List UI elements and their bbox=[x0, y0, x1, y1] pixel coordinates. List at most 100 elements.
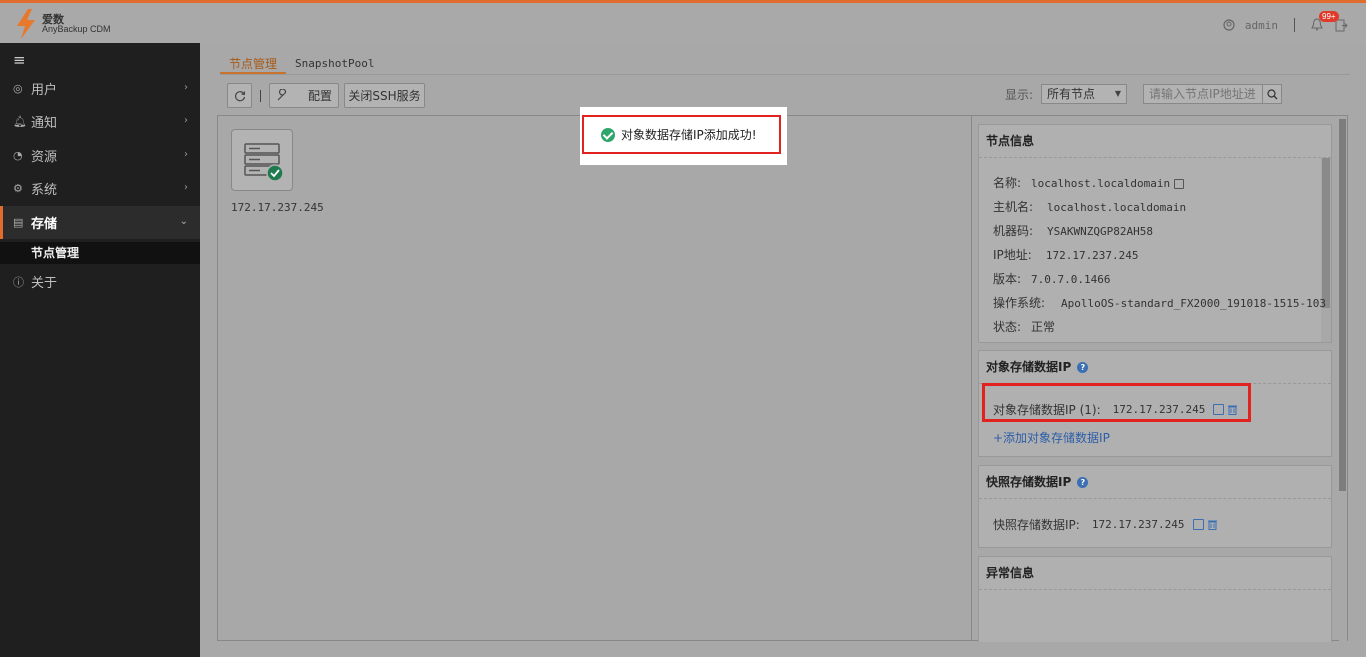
snapshot-storage-entry: 快照存储数据IP: 172.17.237.245 bbox=[993, 516, 1218, 533]
info-value: YSAKWNZQGP82AH58 bbox=[1047, 225, 1154, 238]
toast-highlight: 对象数据存储IP添加成功! bbox=[582, 115, 781, 154]
config-button[interactable]: 配置 bbox=[269, 83, 339, 108]
chevron-right-icon: › bbox=[184, 182, 188, 193]
search-button[interactable] bbox=[1262, 85, 1281, 103]
info-row-status: 状态: 正常 bbox=[993, 318, 1055, 335]
user-icon: ◎ bbox=[13, 82, 23, 95]
server-icon bbox=[244, 143, 284, 182]
user-icon bbox=[1223, 19, 1235, 31]
info-value: 正常 bbox=[1031, 320, 1056, 334]
help-icon[interactable]: ? bbox=[1077, 476, 1089, 488]
snapshot-storage-entry-label: 快照存储数据IP: bbox=[993, 518, 1080, 532]
info-row-ip: IP地址: 172.17.237.245 bbox=[993, 246, 1139, 263]
node-filter: 显示: 所有节点 ▼ bbox=[1005, 84, 1128, 104]
storage-icon: ▤ bbox=[13, 216, 24, 229]
success-toast: 对象数据存储IP添加成功! bbox=[580, 107, 787, 165]
node-filter-value: 所有节点 bbox=[1047, 87, 1096, 101]
sidebar-item-users[interactable]: ◎ 用户 › bbox=[0, 72, 200, 105]
node-info-scrollbar[interactable] bbox=[1321, 158, 1331, 342]
sidebar-item-label: 存储 bbox=[31, 217, 58, 232]
info-row-version: 版本: 7.0.7.0.1466 bbox=[993, 270, 1111, 287]
exception-title: 异常信息 bbox=[979, 557, 1331, 590]
chevron-right-icon: › bbox=[184, 115, 188, 126]
snapshot-storage-panel: 快照存储数据IP ? 快照存储数据IP: 172.17.237.245 bbox=[978, 465, 1332, 548]
info-row-machine-code: 机器码: YSAKWNZQGP82AH58 bbox=[993, 222, 1153, 239]
info-label: IP地址: bbox=[993, 248, 1032, 262]
chevron-right-icon: › bbox=[184, 82, 188, 93]
pie-chart-icon: ◔ bbox=[13, 149, 23, 162]
info-value: localhost.localdomain bbox=[1047, 201, 1187, 214]
sidebar-item-system[interactable]: ⚙ 系统 › bbox=[0, 172, 200, 205]
tab-node-management[interactable]: 节点管理 bbox=[220, 56, 287, 74]
object-storage-title: 对象存储数据IP ? bbox=[979, 351, 1331, 384]
search-icon bbox=[1266, 88, 1277, 99]
sidebar-item-storage[interactable]: ▤ 存储 ⌄ bbox=[0, 206, 200, 239]
tab-snapshot-pool[interactable]: SnapshotPool bbox=[286, 56, 383, 74]
info-row-hostname: 主机名: localhost.localdomain bbox=[993, 198, 1186, 215]
highlight-box bbox=[982, 383, 1251, 422]
chevron-down-icon: ⌄ bbox=[179, 216, 188, 227]
sidebar-item-label: 关于 bbox=[31, 276, 58, 291]
detail-pane: 节点信息 名称: localhost.localdomain 主机名: localh… bbox=[972, 115, 1348, 642]
node-card[interactable] bbox=[231, 129, 293, 191]
filter-label: 显示: bbox=[1005, 87, 1034, 102]
node-canvas: 172.17.237.245 bbox=[217, 115, 972, 641]
node-filter-select[interactable]: 所有节点 ▼ bbox=[1041, 84, 1128, 104]
info-value: 7.0.7.0.1466 bbox=[1031, 273, 1111, 286]
toast-message: 对象数据存储IP添加成功! bbox=[621, 128, 757, 142]
lightning-logo-icon bbox=[17, 9, 35, 39]
edit-icon[interactable] bbox=[1173, 178, 1184, 189]
pane-scrollbar[interactable] bbox=[1339, 116, 1347, 642]
help-icon[interactable]: ? bbox=[1077, 361, 1089, 373]
app-logo[interactable]: 爱数 AnyBackup CDM bbox=[14, 9, 124, 39]
node-info-scrollbar-thumb[interactable] bbox=[1322, 158, 1330, 308]
sidebar-subitem-node-management[interactable]: 节点管理 bbox=[0, 242, 200, 264]
toolbar: 配置 关闭SSH服务 bbox=[227, 83, 425, 108]
user-name[interactable]: admin bbox=[1245, 19, 1278, 32]
sidebar-item-about[interactable]: ⓘ 关于 bbox=[0, 265, 200, 298]
menu-toggle-icon[interactable]: ≡ bbox=[13, 51, 26, 69]
info-label: 主机名: bbox=[993, 200, 1034, 214]
snapshot-storage-entry-value: 172.17.237.245 bbox=[1091, 518, 1185, 531]
trash-icon[interactable] bbox=[1207, 519, 1218, 530]
close-ssh-button[interactable]: 关闭SSH服务 bbox=[344, 83, 425, 108]
notification-badge: 99+ bbox=[1319, 11, 1339, 22]
notifications-button[interactable]: 99+ bbox=[1311, 11, 1339, 32]
sidebar-item-label: 系统 bbox=[31, 183, 58, 198]
info-value: ApolloOS-standard_FX2000_191018-1515-103 bbox=[1061, 297, 1326, 310]
add-object-storage-ip-link[interactable]: +添加对象存储数据IP bbox=[993, 429, 1110, 446]
snapshot-storage-title-text: 快照存储数据IP bbox=[986, 474, 1072, 489]
gear-icon: ⚙ bbox=[13, 182, 23, 195]
refresh-button[interactable] bbox=[227, 83, 252, 108]
sidebar: ≡ ◎ 用户 › 🔔︎ 通知 › ◔ 资源 › ⚙ 系统 › ▤ 存储 ⌄ 节点… bbox=[0, 43, 200, 657]
node-ip-label: 172.17.237.245 bbox=[231, 201, 324, 214]
edit-icon[interactable] bbox=[1192, 519, 1204, 530]
pane-scrollbar-thumb[interactable] bbox=[1339, 119, 1346, 491]
info-label: 状态: bbox=[993, 320, 1022, 334]
info-row-os: 操作系统: ApolloOS-standard_FX2000_191018-151… bbox=[993, 294, 1326, 311]
caret-down-icon: ▼ bbox=[1114, 89, 1122, 98]
snapshot-storage-title: 快照存储数据IP ? bbox=[979, 466, 1331, 499]
header-divider bbox=[1294, 18, 1295, 32]
bell-icon: 🔔︎ bbox=[13, 115, 27, 128]
object-storage-title-text: 对象存储数据IP bbox=[986, 359, 1072, 374]
header-actions: admin 99+ bbox=[1223, 11, 1348, 35]
chevron-right-icon: › bbox=[184, 149, 188, 160]
top-bar: 爱数 AnyBackup CDM admin 99+ bbox=[0, 3, 1366, 43]
ip-search-input[interactable] bbox=[1144, 85, 1262, 103]
info-icon: ⓘ bbox=[13, 275, 24, 289]
info-value: 172.17.237.245 bbox=[1045, 249, 1139, 262]
sidebar-item-resources[interactable]: ◔ 资源 › bbox=[0, 139, 200, 172]
toolbar-divider bbox=[260, 89, 261, 102]
info-label: 操作系统: bbox=[993, 296, 1046, 310]
sidebar-item-notifications[interactable]: 🔔︎ 通知 › bbox=[0, 105, 200, 138]
info-label: 版本: bbox=[993, 272, 1022, 286]
wrench-icon bbox=[277, 89, 287, 101]
exception-panel: 异常信息 bbox=[978, 556, 1332, 642]
sidebar-item-label: 用户 bbox=[31, 83, 58, 98]
sidebar-item-label: 通知 bbox=[31, 116, 58, 131]
tab-divider bbox=[220, 74, 1350, 75]
info-label: 名称: bbox=[993, 176, 1022, 190]
brand-name-en: AnyBackup CDM bbox=[42, 24, 111, 34]
info-row-name: 名称: localhost.localdomain bbox=[993, 174, 1184, 191]
